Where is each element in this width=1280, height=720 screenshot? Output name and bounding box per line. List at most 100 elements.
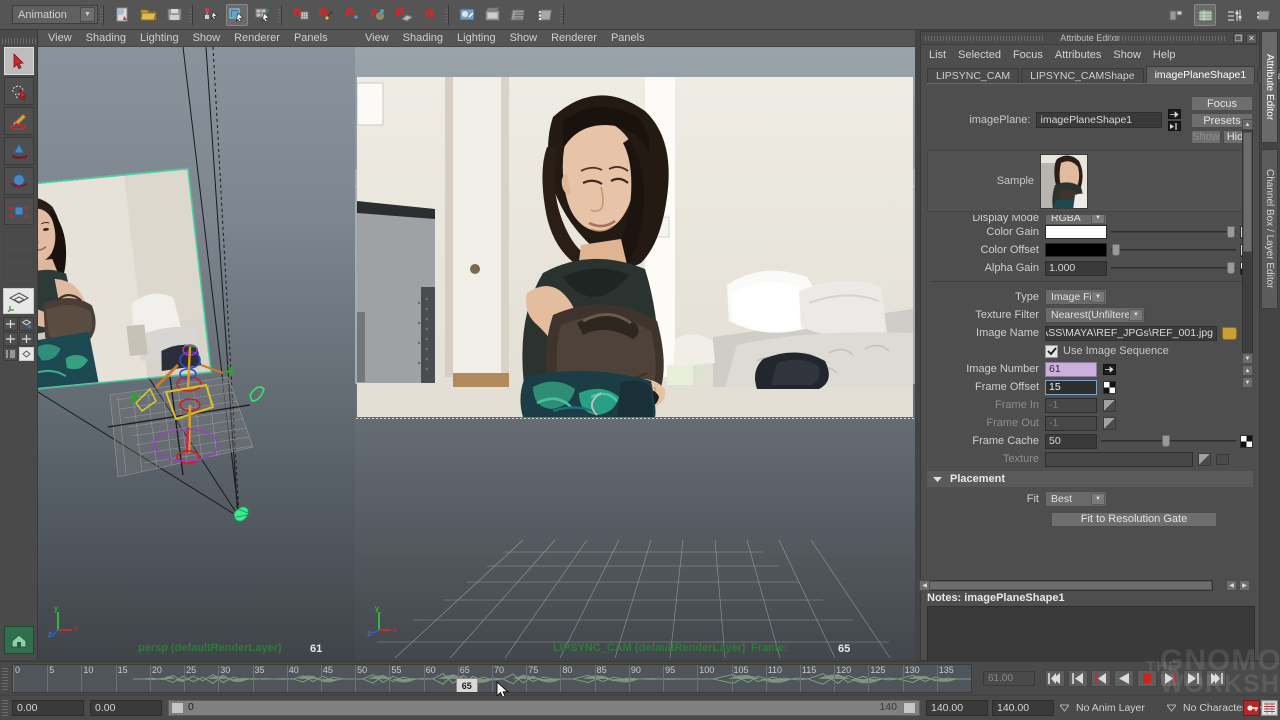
persp-outliner-layout[interactable] xyxy=(19,317,34,331)
browse-folder-icon[interactable] xyxy=(1222,327,1237,340)
viewport-menu-renderer[interactable]: Renderer xyxy=(551,32,597,44)
image-name-field[interactable]: TERCLASS\MAYA\REF_JPGs\REF_001.jpg xyxy=(1045,326,1217,341)
toolbox-grip[interactable] xyxy=(2,38,36,44)
play-backwards-button[interactable] xyxy=(1114,670,1134,687)
last-tool-used[interactable] xyxy=(4,227,34,255)
snap-to-view-plane-icon[interactable] xyxy=(393,4,415,26)
snap-to-projected-center-icon[interactable] xyxy=(367,4,389,26)
frame-cache-field[interactable]: 50 xyxy=(1045,434,1097,449)
go-to-start-button[interactable] xyxy=(1045,670,1065,687)
frame-cache-slider[interactable] xyxy=(1101,434,1236,448)
menu-set-selector[interactable]: Animation ▼ xyxy=(12,5,98,24)
outliner-panel-layout[interactable] xyxy=(3,347,18,361)
scroll-up-icon[interactable]: ▲ xyxy=(1242,119,1253,130)
ae-menu-help[interactable]: Help xyxy=(1153,49,1176,61)
focus-button[interactable]: Focus xyxy=(1191,96,1253,111)
fit-combo[interactable]: Best ▼ xyxy=(1045,491,1107,507)
stop-button[interactable] xyxy=(1137,670,1157,687)
lasso-select-tool[interactable] xyxy=(4,77,34,105)
attribute-editor-titlebar[interactable]: Attribute Editor ❐ ✕ xyxy=(921,32,1259,45)
node-name-field[interactable]: imagePlaneShape1 xyxy=(1036,112,1161,128)
rotate-tool[interactable] xyxy=(4,167,34,195)
make-live-icon[interactable] xyxy=(419,4,441,26)
image-number-field[interactable]: 61 xyxy=(1045,362,1097,377)
show-attribute-editor-icon[interactable] xyxy=(1223,4,1245,26)
show-button[interactable]: Show xyxy=(1191,130,1221,144)
go-to-output-icon[interactable] xyxy=(1168,121,1181,131)
scroll-left-icon-2[interactable]: ◀ xyxy=(1226,580,1237,591)
viewport-menu-shading[interactable]: Shading xyxy=(86,32,126,44)
use-image-sequence-checkbox[interactable] xyxy=(1045,345,1058,358)
step-back-frame-button[interactable] xyxy=(1091,670,1111,687)
chevron-down-icon[interactable]: ▼ xyxy=(1091,291,1105,303)
paint-select-tool[interactable] xyxy=(4,107,34,135)
color-gain-slider[interactable] xyxy=(1111,225,1236,239)
alpha-gain-field[interactable]: 1.000 xyxy=(1045,261,1107,276)
snap-to-point-icon[interactable] xyxy=(341,4,363,26)
anim-layer-chevron-icon[interactable] xyxy=(1060,704,1069,712)
range-grip[interactable] xyxy=(2,700,8,716)
anim-start-time-field[interactable]: 0.00 xyxy=(12,700,84,716)
color-offset-slider[interactable] xyxy=(1111,243,1236,257)
time-slider-track[interactable]: 0510152025303540455055606570758085909510… xyxy=(12,664,972,693)
persp-viewport-panel[interactable]: View Shading Lighting Show Renderer Pane… xyxy=(38,30,355,660)
color-offset-swatch[interactable] xyxy=(1045,243,1107,257)
texture-filter-combo[interactable]: Nearest(Unfiltered) ▼ xyxy=(1045,307,1145,323)
scroll-left-icon[interactable]: ◀ xyxy=(919,580,930,591)
fit-to-resolution-gate-button[interactable]: Fit to Resolution Gate xyxy=(1051,512,1217,527)
snap-to-curve-icon[interactable] xyxy=(315,4,337,26)
step-forward-keyframe-button[interactable] xyxy=(1183,670,1203,687)
range-end-handle[interactable] xyxy=(903,702,916,714)
current-frame-indicator[interactable]: 65 xyxy=(456,678,478,693)
notes-textarea[interactable] xyxy=(927,606,1255,662)
camera-viewport-canvas[interactable]: y x z LIPSYNC_CAM (defaultRenderLayer) F… xyxy=(355,47,915,660)
open-scene-icon[interactable] xyxy=(137,4,159,26)
chevron-down-icon[interactable]: ▼ xyxy=(1091,215,1105,224)
render-settings-icon[interactable] xyxy=(508,4,530,26)
new-scene-icon[interactable] xyxy=(111,4,133,26)
snap-to-grid-icon[interactable] xyxy=(289,4,311,26)
tab-lipsync-cam-shape[interactable]: LIPSYNC_CAMShape xyxy=(1021,68,1143,83)
go-to-end-button[interactable] xyxy=(1206,670,1226,687)
select-by-object-icon[interactable] xyxy=(226,4,248,26)
four-view-layout[interactable] xyxy=(3,317,18,331)
single-perspective-layout[interactable] xyxy=(3,288,34,314)
save-scene-icon[interactable] xyxy=(163,4,185,26)
ae-menu-list[interactable]: List xyxy=(929,49,946,61)
select-by-component-icon[interactable] xyxy=(252,4,274,26)
move-tool[interactable] xyxy=(4,137,34,165)
placement-section-header[interactable]: Placement xyxy=(927,471,1253,487)
ae-menu-focus[interactable]: Focus xyxy=(1013,49,1043,61)
viewport-menu-shading[interactable]: Shading xyxy=(403,32,443,44)
tab-lipsync-cam[interactable]: LIPSYNC_CAM xyxy=(927,68,1019,83)
frame-offset-field[interactable]: 15 xyxy=(1045,380,1097,395)
chevron-down-icon[interactable]: ▼ xyxy=(1091,493,1105,505)
scroll-up-icon-2[interactable]: ▲ xyxy=(1242,365,1253,376)
close-icon[interactable]: ✕ xyxy=(1246,33,1257,44)
playback-start-field[interactable]: 140.00 xyxy=(926,700,988,716)
maya-home-icon[interactable] xyxy=(4,626,34,654)
scale-tool[interactable] xyxy=(4,197,34,225)
three-pane-layout[interactable] xyxy=(19,332,34,346)
tab-image-plane-shape1[interactable]: imagePlaneShape1 xyxy=(1146,66,1256,83)
ipr-render-icon[interactable] xyxy=(482,4,504,26)
scroll-right-icon[interactable]: ▶ xyxy=(1239,580,1250,591)
chevron-down-icon[interactable]: ▼ xyxy=(80,7,95,22)
frame-offset-map-button[interactable] xyxy=(1103,381,1116,394)
lipsync-cam-viewport-panel[interactable]: View Shading Lighting Show Renderer Pane… xyxy=(355,30,915,660)
two-pane-layout[interactable] xyxy=(3,332,18,346)
type-combo[interactable]: Image File ▼ xyxy=(1045,289,1107,305)
ae-menu-attributes[interactable]: Attributes xyxy=(1055,49,1101,61)
frame-cache-map-button[interactable] xyxy=(1240,435,1253,448)
scroll-thumb[interactable] xyxy=(1243,132,1252,252)
viewport-menu-view[interactable]: View xyxy=(365,32,389,44)
attribute-horizontal-scrollbar[interactable] xyxy=(927,580,1213,591)
hypershade-icon[interactable] xyxy=(534,4,556,26)
chevron-down-icon[interactable]: ▼ xyxy=(1129,309,1143,321)
viewport-menu-view[interactable]: View xyxy=(48,32,72,44)
go-to-input-icon[interactable] xyxy=(1168,109,1181,119)
image-plane-reference-photo[interactable] xyxy=(357,77,913,417)
scroll-down-icon-2[interactable]: ▼ xyxy=(1242,377,1253,388)
maximize-icon[interactable]: ❐ xyxy=(1233,33,1244,44)
hscroll-thumb[interactable] xyxy=(928,581,1212,590)
